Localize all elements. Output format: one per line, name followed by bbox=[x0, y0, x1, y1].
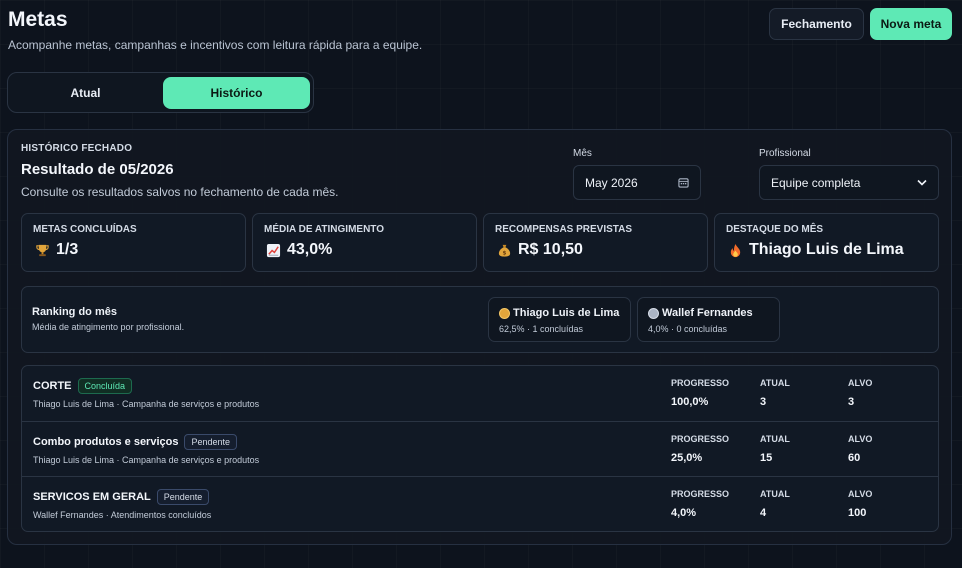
target-header: ALVO bbox=[848, 434, 873, 444]
current-header: ATUAL bbox=[760, 434, 790, 444]
ranking-subtitle: Média de atingimento por profissional. bbox=[32, 322, 185, 332]
goal-progress: 100,0% bbox=[671, 396, 709, 408]
ranking-entry: Thiago Luis de Lima 62,5% · 1 concluídas bbox=[488, 297, 631, 342]
view-tabs: Atual Histórico bbox=[7, 72, 314, 113]
goal-current: 3 bbox=[760, 396, 767, 408]
month-picker[interactable]: May 2026 bbox=[573, 165, 701, 200]
goal-meta: Wallef Fernandes · Atendimentos concluíd… bbox=[33, 510, 212, 520]
target-header: ALVO bbox=[848, 489, 873, 499]
stat-label: RECOMPENSAS PREVISTAS bbox=[495, 224, 633, 235]
progress-header: PROGRESSO bbox=[671, 489, 730, 499]
goal-row: CORTE Concluída Thiago Luis de Lima · Ca… bbox=[22, 366, 938, 421]
month-label: Mês bbox=[573, 148, 592, 159]
tab-historico[interactable]: Histórico bbox=[163, 77, 310, 109]
goal-current: 4 bbox=[760, 507, 767, 519]
calendar-icon[interactable] bbox=[678, 177, 689, 188]
gold-medal-icon bbox=[499, 307, 510, 319]
goal-name: CORTE bbox=[33, 380, 72, 392]
goal-current: 15 bbox=[760, 452, 773, 464]
stat-card-highlight: DESTAQUE DO MÊS Thiago Luis de Lima bbox=[714, 213, 939, 272]
silver-medal-icon bbox=[648, 307, 659, 319]
ranking-title: Ranking do mês bbox=[32, 306, 117, 318]
ranking-entry-stat: 4,0% · 0 concluídas bbox=[648, 324, 728, 334]
result-description: Consulte os resultados salvos no fechame… bbox=[21, 185, 339, 199]
goal-meta: Thiago Luis de Lima · Campanha de serviç… bbox=[33, 399, 260, 409]
goal-target: 60 bbox=[848, 452, 861, 464]
progress-header: PROGRESSO bbox=[671, 434, 730, 444]
trophy-icon bbox=[33, 243, 51, 258]
status-badge: Pendente bbox=[184, 434, 238, 450]
svg-text:$: $ bbox=[502, 250, 506, 256]
goal-target: 100 bbox=[848, 507, 867, 519]
result-title: Resultado de 05/2026 bbox=[21, 161, 174, 178]
status-badge: Concluída bbox=[77, 378, 133, 394]
current-header: ATUAL bbox=[760, 378, 790, 388]
close-period-button[interactable]: Fechamento bbox=[769, 8, 864, 40]
chart-increasing-icon bbox=[264, 243, 282, 258]
goal-meta: Thiago Luis de Lima · Campanha de serviç… bbox=[33, 455, 260, 465]
chevron-down-icon bbox=[917, 179, 927, 186]
ranking-entry-stat: 62,5% · 1 concluídas bbox=[499, 324, 584, 334]
professional-label: Profissional bbox=[759, 148, 811, 159]
tab-atual[interactable]: Atual bbox=[12, 77, 159, 109]
stat-label: MÉDIA DE ATINGIMENTO bbox=[264, 224, 384, 235]
stat-value: 43,0% bbox=[287, 241, 333, 258]
stat-value: R$ 10,50 bbox=[518, 241, 583, 258]
ranking-entry: Wallef Fernandes 4,0% · 0 concluídas bbox=[637, 297, 780, 342]
new-goal-button[interactable]: Nova meta bbox=[870, 8, 952, 40]
goals-list: CORTE Concluída Thiago Luis de Lima · Ca… bbox=[21, 365, 939, 532]
history-panel: HISTÓRICO FECHADO Resultado de 05/2026 C… bbox=[7, 129, 952, 545]
goal-row: Combo produtos e serviços Pendente Thiag… bbox=[22, 421, 938, 476]
goal-name: SERVICOS EM GERAL bbox=[33, 491, 151, 503]
goal-name: Combo produtos e serviços bbox=[33, 436, 179, 448]
goal-progress: 25,0% bbox=[671, 452, 703, 464]
professional-select[interactable]: Equipe completa bbox=[759, 165, 939, 200]
ranking-entry-name: Wallef Fernandes bbox=[662, 307, 753, 319]
goal-row: SERVICOS EM GERAL Pendente Wallef Fernan… bbox=[22, 476, 938, 531]
stat-card-rewards: RECOMPENSAS PREVISTAS $ R$ 10,50 bbox=[483, 213, 708, 272]
ranking-panel: Ranking do mês Média de atingimento por … bbox=[21, 286, 939, 353]
stat-card-average: MÉDIA DE ATINGIMENTO 43,0% bbox=[252, 213, 477, 272]
target-header: ALVO bbox=[848, 378, 873, 388]
money-bag-icon: $ bbox=[495, 243, 513, 258]
professional-value: Equipe completa bbox=[771, 175, 861, 190]
ranking-entry-name: Thiago Luis de Lima bbox=[513, 307, 620, 319]
history-kicker: HISTÓRICO FECHADO bbox=[21, 143, 133, 154]
stat-value: 1/3 bbox=[56, 241, 79, 258]
stat-label: DESTAQUE DO MÊS bbox=[726, 224, 824, 235]
goal-progress: 4,0% bbox=[671, 507, 697, 519]
stat-card-goals-completed: METAS CONCLUÍDAS 1/3 bbox=[21, 213, 246, 272]
stat-label: METAS CONCLUÍDAS bbox=[33, 224, 137, 235]
fire-icon bbox=[726, 243, 744, 258]
status-badge: Pendente bbox=[156, 489, 210, 505]
page-title: Metas bbox=[8, 8, 68, 31]
month-value: May 2026 bbox=[585, 175, 638, 190]
stat-value: Thiago Luis de Lima bbox=[749, 241, 904, 258]
page-subtitle: Acompanhe metas, campanhas e incentivos … bbox=[8, 38, 423, 52]
goal-target: 3 bbox=[848, 396, 855, 408]
current-header: ATUAL bbox=[760, 489, 790, 499]
progress-header: PROGRESSO bbox=[671, 378, 730, 388]
